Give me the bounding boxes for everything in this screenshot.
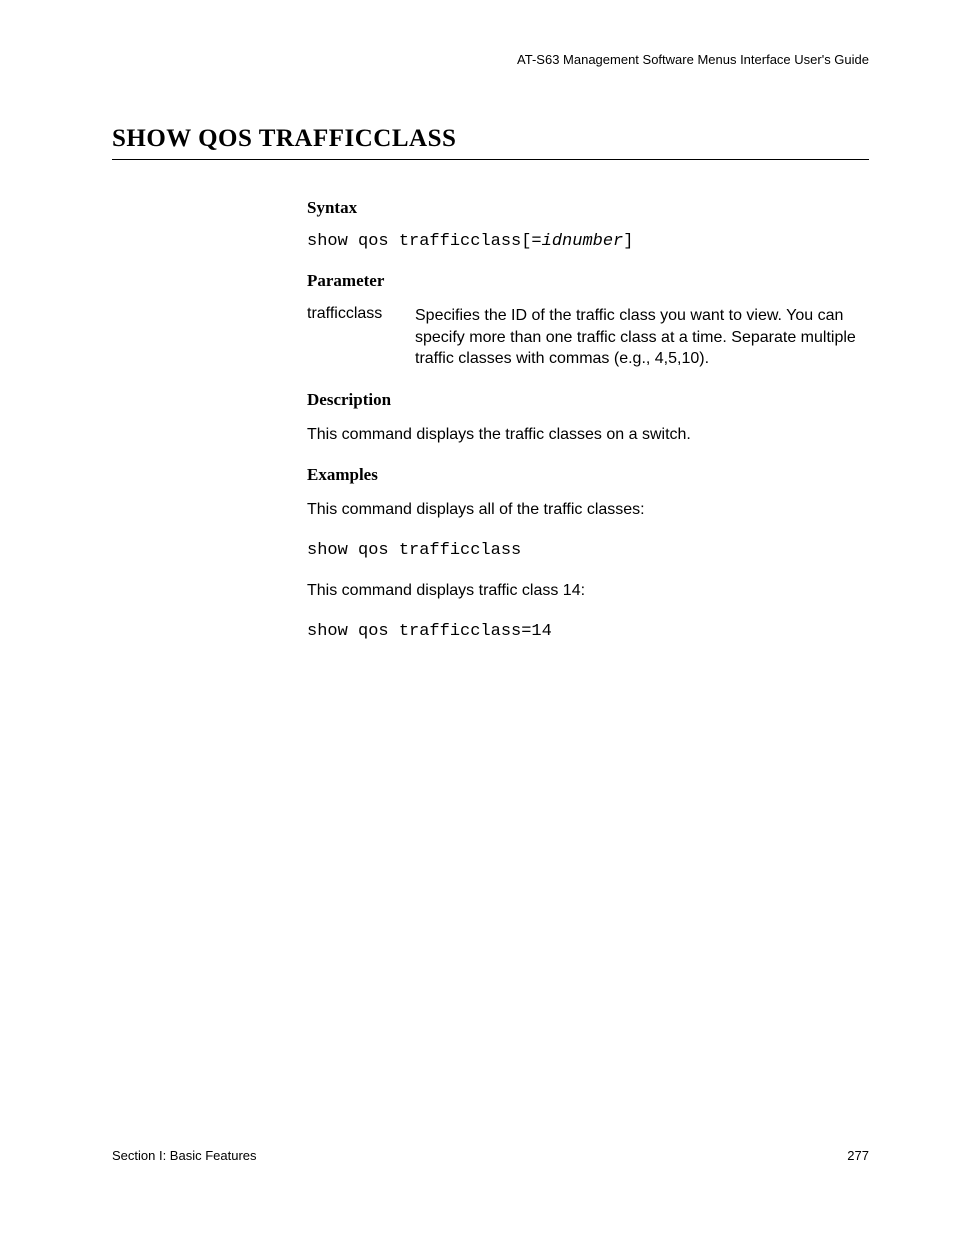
syntax-command: show qos trafficclass[=idnumber]: [307, 232, 869, 251]
footer-page-number: 277: [847, 1148, 869, 1163]
description-text: This command displays the traffic classe…: [307, 424, 869, 446]
command-title: SHOW QOS TRAFFICCLASS: [112, 125, 869, 160]
syntax-prefix: show qos trafficclass[=: [307, 232, 542, 251]
example-intro-1: This command displays all of the traffic…: [307, 499, 869, 521]
parameter-heading: Parameter: [307, 271, 869, 291]
example-command-1: show qos trafficclass: [307, 541, 869, 560]
syntax-suffix: ]: [623, 232, 633, 251]
example-command-2: show qos trafficclass=14: [307, 622, 869, 641]
parameter-description: Specifies the ID of the traffic class yo…: [415, 305, 869, 370]
example-intro-2: This command displays traffic class 14:: [307, 580, 869, 602]
parameter-name: trafficclass: [307, 305, 415, 370]
syntax-param: idnumber: [542, 232, 624, 251]
footer-section-label: Section I: Basic Features: [112, 1148, 257, 1163]
content-body: Syntax show qos trafficclass[=idnumber] …: [307, 198, 869, 641]
page-header: AT-S63 Management Software Menus Interfa…: [112, 52, 869, 67]
parameter-row: trafficclass Specifies the ID of the tra…: [307, 305, 869, 370]
page-footer: Section I: Basic Features 277: [112, 1148, 869, 1163]
examples-heading: Examples: [307, 465, 869, 485]
syntax-heading: Syntax: [307, 198, 869, 218]
description-heading: Description: [307, 390, 869, 410]
